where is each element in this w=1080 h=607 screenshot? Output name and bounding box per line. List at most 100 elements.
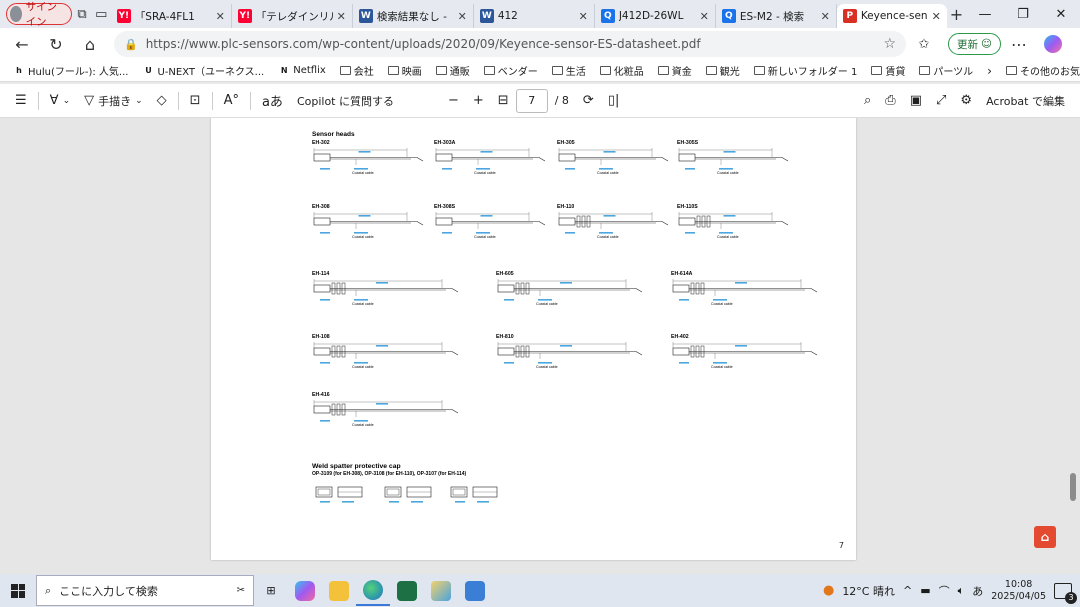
- bookmarks-overflow-icon[interactable]: ›: [980, 64, 999, 78]
- home-button[interactable]: ⌂: [74, 30, 106, 58]
- sensor-drawing: EH-303A Coaxial cable: [434, 140, 546, 175]
- close-tab-icon[interactable]: ✕: [932, 10, 941, 23]
- bookmark-item[interactable]: 会社: [333, 63, 381, 78]
- fullscreen-button[interactable]: ⤢: [929, 88, 953, 114]
- bookmark-item[interactable]: 化粧品: [593, 63, 651, 78]
- browser-tab[interactable]: Y! 「テレダインリル ✕: [232, 4, 353, 28]
- back-button[interactable]: ←: [6, 30, 38, 58]
- copilot-button[interactable]: [1037, 30, 1069, 58]
- start-button[interactable]: [0, 583, 36, 598]
- search-pdf-button[interactable]: ⌕: [857, 88, 878, 114]
- bookmark-item[interactable]: 観光: [699, 63, 747, 78]
- close-tab-icon[interactable]: ✕: [216, 10, 225, 23]
- minimize-icon[interactable]: —: [966, 7, 1004, 22]
- copilot-taskbar-button[interactable]: [288, 576, 322, 606]
- tab-actions-icon[interactable]: ▭: [92, 3, 111, 25]
- bookmark-item[interactable]: ベンダー: [477, 63, 545, 78]
- translate-button[interactable]: aあ: [255, 88, 290, 114]
- close-tab-icon[interactable]: ✕: [337, 10, 346, 23]
- network-icon[interactable]: ⌒: [939, 583, 950, 599]
- bookmark-item[interactable]: N Netflix: [271, 63, 333, 78]
- store-button[interactable]: [458, 576, 492, 606]
- cable-label: Coaxial cable: [536, 302, 558, 306]
- volume-icon[interactable]: 🔈︎: [958, 584, 965, 598]
- browser-tab[interactable]: P Keyence-sens ✕: [836, 4, 947, 28]
- clock[interactable]: 10:08 2025/04/05: [991, 579, 1046, 603]
- task-view-button[interactable]: ⊞: [254, 576, 288, 606]
- browser-tab[interactable]: Y! 「SRA-4FL1 ✕: [111, 4, 232, 28]
- show-hidden-icons[interactable]: ^: [903, 584, 912, 597]
- close-tab-icon[interactable]: ✕: [821, 10, 830, 23]
- page-view-button[interactable]: ▯|: [601, 88, 627, 114]
- browser-tab[interactable]: W 412 ✕: [474, 4, 595, 28]
- tab-title: ES-M2 - 検索: [739, 10, 805, 23]
- save-button[interactable]: ▣: [903, 88, 929, 114]
- bookmark-item[interactable]: 資金: [651, 63, 699, 78]
- excel-button[interactable]: [390, 576, 424, 606]
- rotate-button[interactable]: ⟳: [576, 88, 601, 114]
- ime-indicator[interactable]: あ: [972, 583, 983, 599]
- refresh-button[interactable]: ↻: [40, 30, 72, 58]
- contents-button[interactable]: ☰: [8, 88, 34, 114]
- browser-tab[interactable]: Q ES-M2 - 検索 ✕: [716, 4, 837, 28]
- favorite-star-icon[interactable]: ☆: [883, 36, 896, 52]
- folder-icon: [599, 66, 611, 75]
- site-info-icon[interactable]: 🔒: [124, 38, 138, 51]
- rotate-icon: ⟳: [582, 93, 594, 108]
- acrobat-edit-button[interactable]: Acrobat で編集: [979, 88, 1072, 114]
- workspaces-icon[interactable]: ⧉: [72, 3, 91, 25]
- acrobat-icon[interactable]: ⌂: [1034, 526, 1056, 548]
- browser-tab[interactable]: W 検索結果なし - ✕: [353, 4, 474, 28]
- file-explorer-button[interactable]: [322, 576, 356, 606]
- update-button[interactable]: 更新 ☺: [948, 33, 1001, 55]
- folder-app-icon: [329, 580, 349, 601]
- zoom-in-button[interactable]: +: [466, 88, 491, 114]
- read-aloud-button[interactable]: A°: [217, 88, 246, 114]
- draw-button[interactable]: ▽ 手描き ⌄: [77, 88, 150, 114]
- page-number-input[interactable]: 7: [515, 88, 548, 113]
- print-button[interactable]: ⎙: [878, 88, 902, 114]
- zoom-out-button[interactable]: −: [441, 88, 466, 114]
- restore-icon[interactable]: ❐: [1004, 7, 1042, 22]
- other-favorites[interactable]: その他のお気に入り: [999, 63, 1080, 78]
- vertical-scrollbar[interactable]: [1070, 473, 1076, 501]
- notification-center-button[interactable]: 3: [1054, 582, 1077, 604]
- favorites-icon[interactable]: ✩: [908, 30, 940, 58]
- bookmark-item[interactable]: h Hulu(フール-): 人気...: [6, 63, 135, 78]
- browser-tab[interactable]: Q J412D-26WL ✕: [595, 4, 716, 28]
- pdf-viewport[interactable]: Sensor heads Weld spatter protective cap…: [0, 118, 1080, 574]
- bookmark-item[interactable]: 賃貸: [864, 63, 912, 78]
- weather-label[interactable]: 12°C 晴れ: [842, 583, 895, 599]
- search-icon: ⌕: [864, 93, 872, 108]
- text-box-button[interactable]: ⊡: [183, 88, 208, 114]
- new-tab-icon[interactable]: +: [947, 3, 966, 25]
- tray-app-icon[interactable]: ▬: [920, 584, 930, 597]
- bookmark-item[interactable]: U U-NEXT（ユーネクス...: [135, 63, 271, 78]
- paint-button[interactable]: [424, 576, 458, 606]
- close-tab-icon[interactable]: ✕: [579, 10, 588, 23]
- taskbar-search[interactable]: ⌕ ここに入力して検索 ✂: [36, 575, 254, 606]
- bookmark-item[interactable]: 映画: [381, 63, 429, 78]
- cable-label: Coaxial cable: [352, 235, 374, 239]
- weather-icon[interactable]: ●: [823, 583, 834, 598]
- fit-page-button[interactable]: ⊟: [491, 88, 516, 114]
- gear-icon: ⚙: [960, 93, 973, 108]
- more-menu-icon[interactable]: ⋯: [1003, 30, 1035, 58]
- url-field[interactable]: 🔒 https://www.plc-sensors.com/wp-content…: [114, 31, 906, 57]
- erase-button[interactable]: ◇: [150, 88, 174, 114]
- close-tab-icon[interactable]: ✕: [700, 10, 709, 23]
- bookmark-item[interactable]: 新しいフォルダー 1: [747, 63, 865, 78]
- copilot-ask-button[interactable]: Copilot に質問する: [290, 88, 401, 114]
- page-view-icon: ▯|: [607, 93, 620, 108]
- settings-button[interactable]: ⚙: [953, 88, 979, 114]
- bookmark-item[interactable]: パーツル: [912, 63, 980, 78]
- pdf-page: Sensor heads Weld spatter protective cap…: [211, 118, 856, 560]
- profile-button[interactable]: サインイン: [6, 1, 73, 28]
- close-window-icon[interactable]: ✕: [1042, 7, 1080, 22]
- highlight-button[interactable]: ∀ ⌄: [43, 88, 77, 114]
- bookmark-item[interactable]: 生活: [545, 63, 593, 78]
- cable-label: Coaxial cable: [717, 235, 739, 239]
- bookmark-item[interactable]: 通販: [429, 63, 477, 78]
- close-tab-icon[interactable]: ✕: [458, 10, 467, 23]
- edge-button[interactable]: [356, 576, 390, 606]
